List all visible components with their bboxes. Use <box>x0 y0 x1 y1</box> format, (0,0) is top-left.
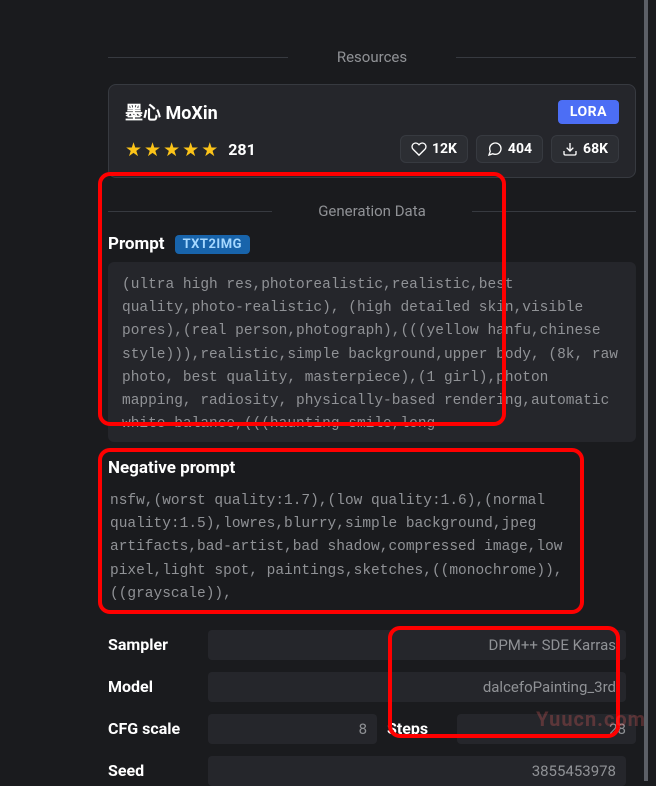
prompt-label: Prompt <box>108 234 165 254</box>
steps-value: 28 <box>457 714 636 744</box>
comments-count: 404 <box>508 141 532 157</box>
star-icon: ★ <box>144 138 161 161</box>
star-icon: ★ <box>125 138 142 161</box>
cfg-label: CFG scale <box>108 719 208 738</box>
resource-name: 墨心 MoXin <box>125 99 218 125</box>
generation-type-badge: TXT2IMG <box>175 235 250 254</box>
resource-type-badge: LORA <box>558 100 619 124</box>
star-icon: ★ <box>182 138 199 161</box>
heart-icon <box>411 141 427 157</box>
generation-data-title: Generation Data <box>108 202 636 220</box>
seed-label: Seed <box>108 761 208 780</box>
downloads-count: 68K <box>583 141 608 157</box>
resource-card[interactable]: 墨心 MoXin LORA ★ ★ ★ ★ ★ 281 12K <box>108 84 636 178</box>
comments-chip[interactable]: 404 <box>476 135 543 163</box>
negative-prompt-label: Negative prompt <box>108 458 636 478</box>
sampler-value: DPM++ SDE Karras <box>208 630 626 660</box>
likes-count: 12K <box>432 141 457 157</box>
star-icon: ★ <box>163 138 180 161</box>
model-value: dalcefoPainting_3rd <box>208 672 626 702</box>
prompt-text[interactable]: (ultra high res,photorealistic,realistic… <box>108 262 636 442</box>
seed-value: 3855453978 <box>208 756 626 786</box>
resources-section-title: Resources <box>108 48 636 66</box>
download-icon <box>562 141 578 157</box>
scrollbar[interactable] <box>644 0 648 781</box>
steps-label: Steps <box>387 719 457 738</box>
cfg-value: 8 <box>208 714 377 744</box>
rating-count: 281 <box>228 140 256 159</box>
rating[interactable]: ★ ★ ★ ★ ★ 281 <box>125 138 256 161</box>
likes-chip[interactable]: 12K <box>400 135 468 163</box>
sampler-label: Sampler <box>108 635 208 654</box>
star-icon: ★ <box>201 138 218 161</box>
model-label: Model <box>108 677 208 696</box>
negative-prompt-text[interactable]: nsfw,(worst quality:1.7),(low quality:1.… <box>108 486 636 610</box>
downloads-chip[interactable]: 68K <box>551 135 619 163</box>
comment-icon <box>487 141 503 157</box>
